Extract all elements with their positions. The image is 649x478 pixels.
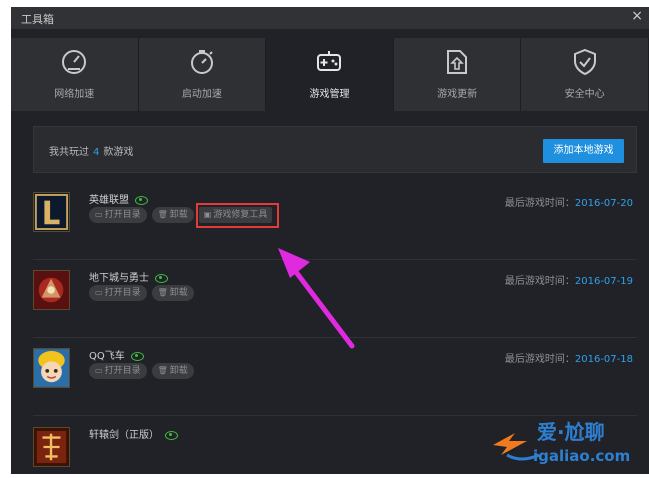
tab-label: 启动加速: [181, 89, 222, 100]
tab-startup-acceleration[interactable]: 启动加速: [138, 38, 267, 111]
folder-icon: ▭: [95, 210, 103, 219]
uninstall-button[interactable]: 🗑 卸载: [151, 207, 194, 223]
folder-icon: ▭: [95, 366, 103, 375]
speedometer-icon: [62, 50, 87, 74]
repair-tool-highlight-box: [196, 203, 279, 228]
add-local-game-button[interactable]: 添加本地游戏: [543, 139, 624, 163]
tab-network-acceleration[interactable]: 网络加速: [11, 38, 139, 111]
svg-text:igaliao.com: igaliao.com: [533, 447, 630, 465]
game-row: QQ飞车 ▭ 打开目录 🗑 卸载 最后游戏时间：2016-07-18: [33, 348, 637, 420]
shield-check-icon: [573, 48, 596, 76]
eye-icon[interactable]: [155, 273, 168, 283]
uninstall-button[interactable]: 🗑 卸载: [151, 285, 194, 301]
tab-game-management[interactable]: 游戏管理: [266, 38, 394, 111]
game-avatar-qq-speed: [33, 348, 70, 388]
open-directory-button[interactable]: ▭ 打开目录: [89, 207, 147, 223]
tab-bar: 网络加速 启动加速 游戏管理 游戏更新 安全中心: [11, 38, 649, 111]
gamepad-icon: [317, 51, 342, 71]
trash-icon: 🗑: [157, 366, 168, 375]
window-title: 工具箱: [21, 13, 54, 26]
games-summary-bar: 我共玩过 4 款游戏 添加本地游戏: [33, 126, 637, 173]
games-count: 4: [93, 147, 100, 158]
open-directory-button[interactable]: ▭ 打开目录: [89, 285, 147, 301]
summary-prefix: 我共玩过: [49, 147, 89, 158]
game-avatar-lol: [33, 192, 70, 232]
tab-label: 网络加速: [54, 89, 95, 100]
update-icon: [447, 50, 468, 74]
open-directory-button[interactable]: ▭ 打开目录: [89, 363, 147, 379]
trash-icon: 🗑: [157, 210, 168, 219]
annotation-arrow: [278, 248, 355, 349]
folder-icon: ▭: [95, 288, 103, 297]
toolbox-window: 工具箱 × 网络加速 启动加速 游戏管理 游戏更新 安全中心 我共玩过 4 款游…: [11, 7, 649, 474]
close-icon[interactable]: ×: [631, 8, 643, 24]
last-played: 最后游戏时间：2016-07-20: [504, 198, 633, 209]
summary-suffix: 款游戏: [103, 147, 134, 158]
game-avatar-dnf: [33, 270, 70, 310]
last-played: 最后游戏时间：2016-07-18: [504, 354, 633, 365]
tab-label: 游戏更新: [437, 89, 478, 100]
eye-icon[interactable]: [135, 195, 148, 205]
tab-label: 安全中心: [564, 89, 605, 100]
svg-text:爱·尬聊: 爱·尬聊: [537, 420, 605, 444]
game-name: QQ飞车: [89, 347, 144, 362]
game-avatar-xuanyuan-sword: [33, 427, 70, 467]
trash-icon: 🗑: [157, 288, 168, 297]
tab-game-update[interactable]: 游戏更新: [393, 38, 522, 111]
title-bar: 工具箱 ×: [11, 7, 649, 29]
game-name: 轩辕剑（正版）: [89, 426, 178, 441]
tab-label: 游戏管理: [309, 89, 350, 100]
eye-icon[interactable]: [130, 351, 144, 361]
stopwatch-icon: [190, 50, 213, 74]
games-played-text: 我共玩过 4 款游戏: [49, 143, 133, 158]
uninstall-button[interactable]: 🗑 卸载: [151, 363, 194, 379]
game-name: 地下城与勇士: [89, 269, 168, 284]
eye-icon[interactable]: [165, 430, 178, 440]
game-name: 英雄联盟: [89, 191, 148, 206]
last-played: 最后游戏时间：2016-07-19: [504, 276, 633, 287]
tab-security-center[interactable]: 安全中心: [521, 38, 649, 111]
igaliao-watermark: 爱·尬聊 igaliao.com: [493, 420, 630, 465]
